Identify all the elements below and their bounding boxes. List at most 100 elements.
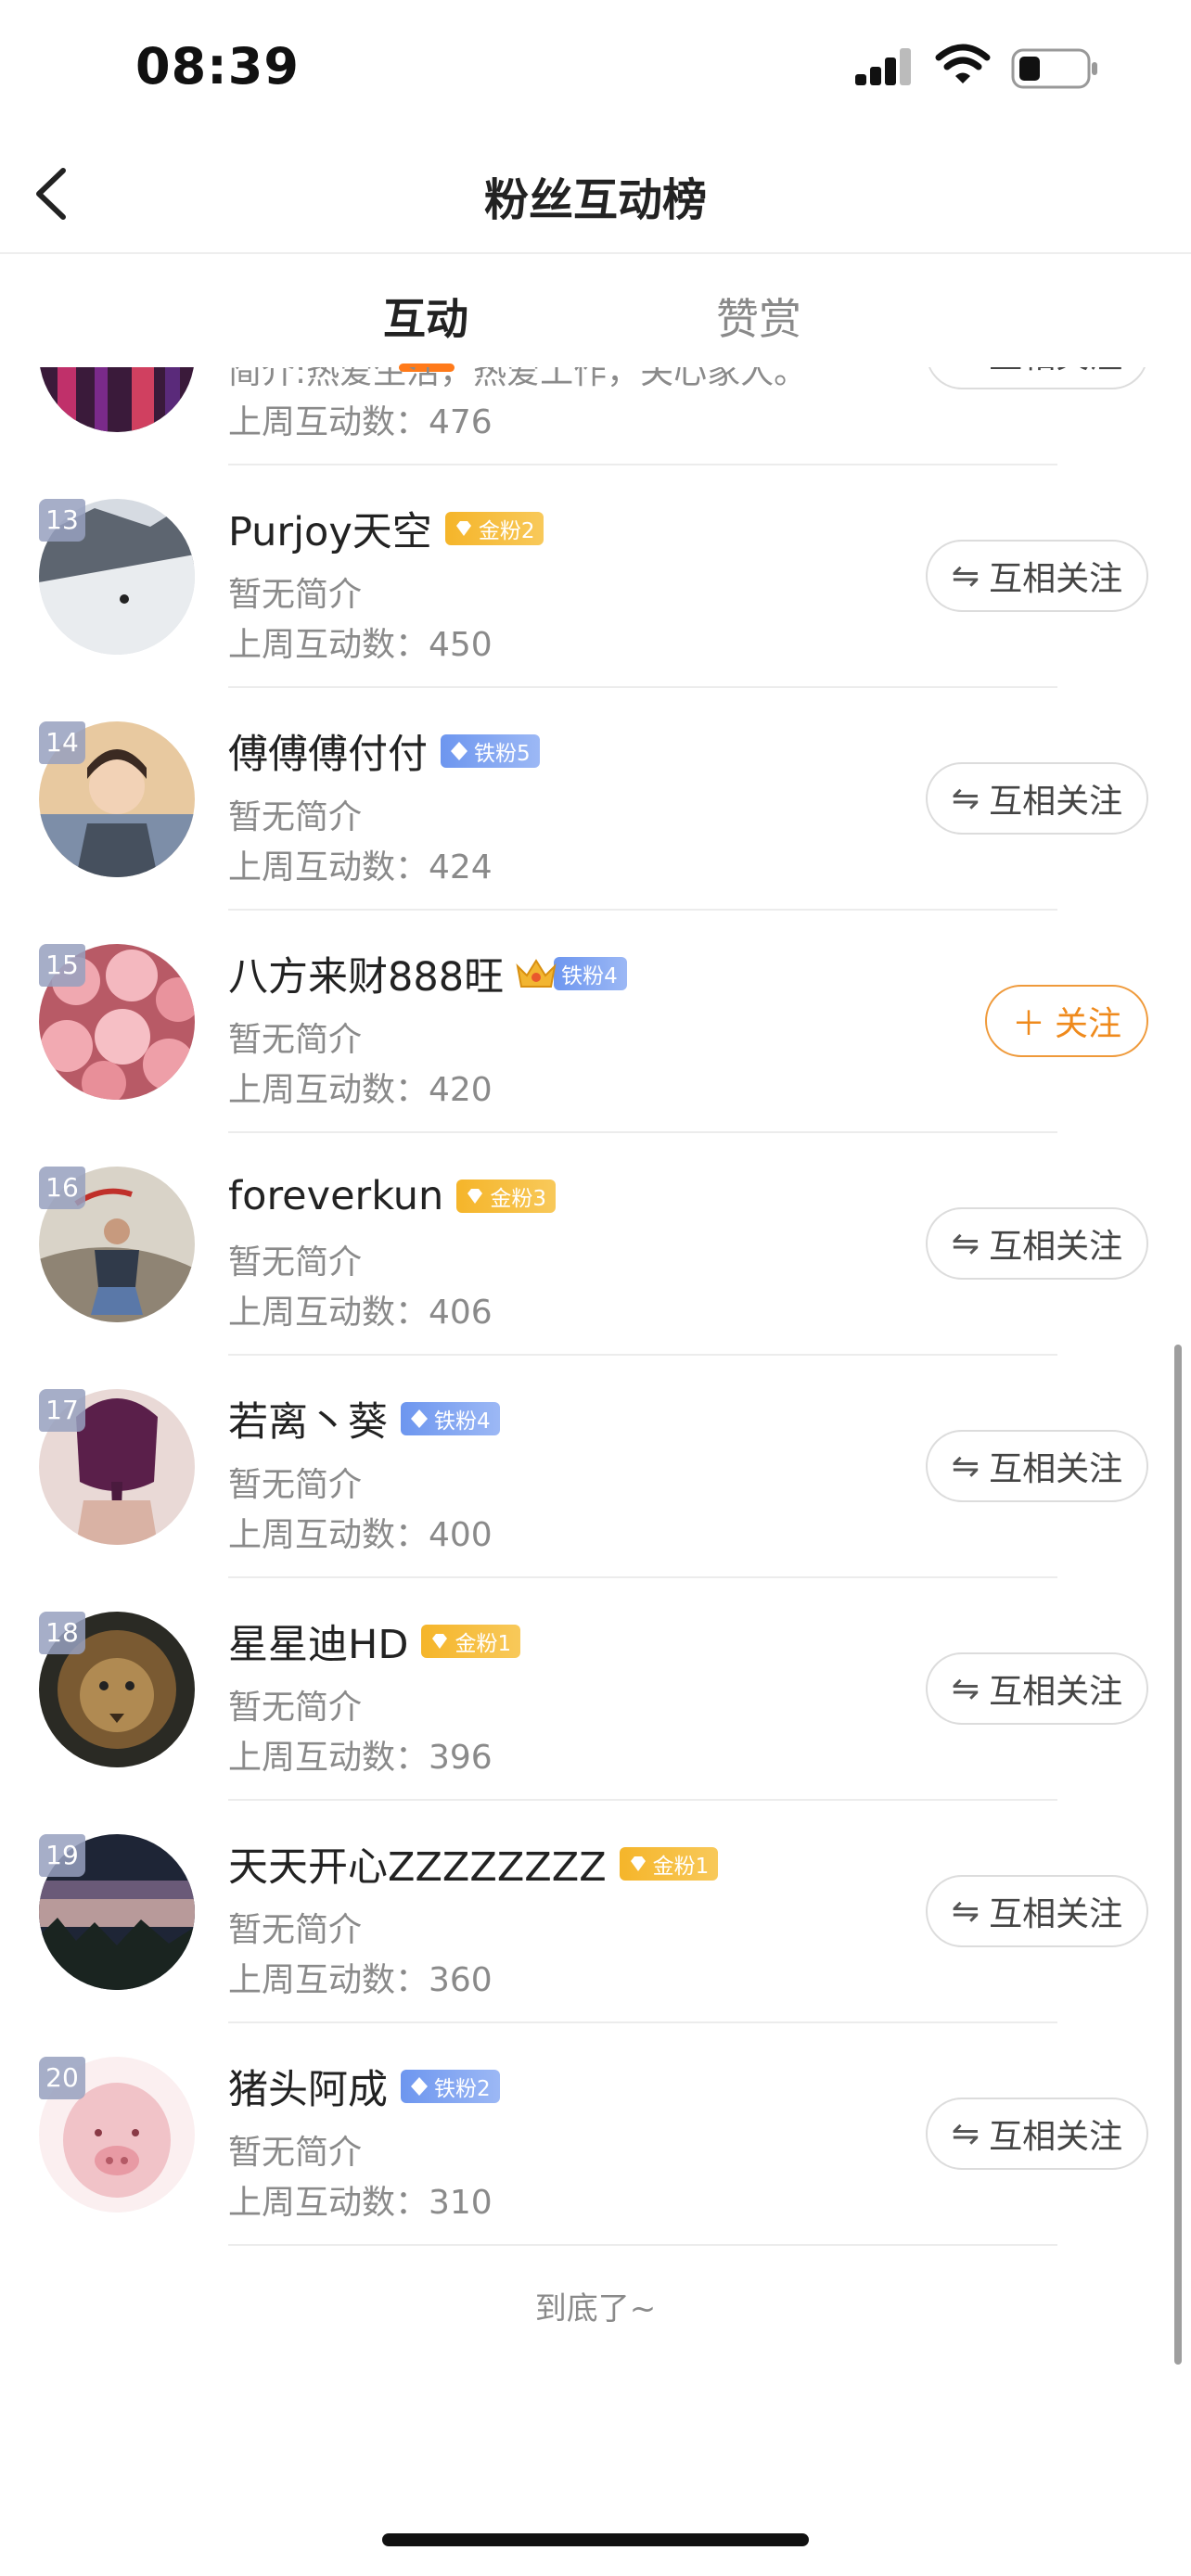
mutual-follow-button[interactable]: ⇋ 互相关注 — [926, 1652, 1148, 1725]
user-bio: 暂无简介 — [228, 1466, 363, 1504]
swap-arrows-icon: ⇋ — [951, 1224, 980, 1263]
weekly-interaction-count: 上周互动数：400 — [228, 1516, 493, 1554]
iron-diamond-icon — [411, 2077, 428, 2096]
button-label: 互相关注 — [989, 2118, 1123, 2156]
plus-icon: ＋ — [1011, 1005, 1045, 1043]
button-label: 互相关注 — [989, 367, 1122, 377]
button-label: 互相关注 — [989, 1673, 1123, 1711]
mutual-follow-button[interactable]: ⇋ 互相关注 — [926, 1207, 1148, 1280]
fan-level-badge: 金粉3 — [456, 1180, 556, 1213]
nav-bar: 粉丝互动榜 — [0, 139, 1191, 254]
swap-arrows-icon: ⇋ — [951, 556, 980, 595]
swap-arrows-icon: ⇋ — [951, 779, 980, 818]
swap-arrows-icon: ⇋ — [951, 1669, 980, 1708]
user-bio: 暂无简介 — [228, 1021, 363, 1059]
battery-icon — [1011, 48, 1097, 89]
list-item[interactable]: 简介:热爱生活，热爱工作，关心家人。 上周互动数：476 ⇋ 互相关注 — [0, 367, 1191, 465]
mutual-follow-button[interactable]: ⇋ 互相关注 — [926, 367, 1148, 389]
user-bio: 简介:热爱生活，热爱工作，关心家人。 — [228, 367, 808, 391]
rank-badge: 13 — [39, 499, 85, 542]
tab-bar: 互动 赞赏 — [0, 252, 1191, 372]
list-item[interactable]: 13 Purjoy天空 金粉2 暂无简介 上周互动数：450 ⇋ 互相关注 — [0, 465, 1191, 688]
user-bio: 暂无简介 — [228, 1243, 363, 1282]
user-bio: 暂无简介 — [228, 576, 363, 614]
rank-badge: 18 — [39, 1612, 85, 1654]
cellular-signal-icon — [855, 48, 911, 85]
fan-level-badge: 铁粉4 — [554, 957, 627, 990]
fan-level-badge: 金粉2 — [444, 512, 544, 545]
weekly-interaction-count: 上周互动数：310 — [228, 2184, 493, 2222]
user-name[interactable]: 天天开心ZZZZZZZZ — [228, 1835, 607, 1893]
rank-badge: 17 — [39, 1389, 85, 1432]
swap-arrows-icon: ⇋ — [951, 1447, 980, 1486]
fan-list-viewport[interactable]: 简介:热爱生活，热爱工作，关心家人。 上周互动数：476 ⇋ 互相关注 13 P… — [0, 367, 1191, 2481]
weekly-interaction-count: 上周互动数：396 — [228, 1739, 493, 1777]
tab-reward[interactable]: 赞赏 — [716, 286, 801, 347]
weekly-interaction-count: 上周互动数：420 — [228, 1071, 493, 1109]
follow-button[interactable]: ＋ 关注 — [985, 985, 1148, 1057]
swap-arrows-icon: ⇋ — [951, 2114, 980, 2153]
button-label: 互相关注 — [989, 560, 1123, 598]
iron-diamond-icon — [411, 1409, 428, 1428]
list-item[interactable]: 19 天天开心ZZZZZZZZ 金粉1 暂无简介 上周互动数：360 ⇋ 互相关… — [0, 1801, 1191, 2023]
rank-badge: 20 — [39, 2057, 85, 2099]
mutual-follow-button[interactable]: ⇋ 互相关注 — [926, 1875, 1148, 1947]
user-bio: 暂无简介 — [228, 2134, 363, 2172]
mutual-follow-button[interactable]: ⇋ 互相关注 — [926, 762, 1148, 835]
list-item[interactable]: 16 foreverkun 金粉3 暂无简介 上周互动数：406 ⇋ 互相关注 — [0, 1133, 1191, 1356]
page-title: 粉丝互动榜 — [483, 174, 707, 226]
list-item[interactable]: 20 猪头阿成 铁粉2 暂无简介 上周互动数：310 ⇋ 互相关注 — [0, 2023, 1191, 2246]
wifi-icon — [935, 44, 991, 83]
user-name[interactable]: 星星迪HD — [228, 1613, 408, 1670]
fan-level-badge: 金粉1 — [421, 1625, 521, 1658]
user-name[interactable]: foreverkun — [228, 1173, 443, 1219]
user-name[interactable]: Purjoy天空 — [228, 500, 432, 557]
user-bio: 暂无简介 — [228, 1911, 363, 1949]
status-bar: 08:39 — [0, 0, 1191, 139]
weekly-interaction-count: 上周互动数：424 — [228, 848, 493, 886]
rank-badge: 19 — [39, 1834, 85, 1877]
scrollbar[interactable] — [1174, 1345, 1182, 2365]
button-label: 互相关注 — [989, 1450, 1123, 1488]
button-label: 互相关注 — [989, 783, 1123, 821]
user-name[interactable]: 猪头阿成 — [228, 2058, 388, 2115]
weekly-interaction-count: 上周互动数：406 — [228, 1294, 493, 1332]
user-name[interactable]: 傅傅傅付付 — [228, 722, 428, 780]
user-bio: 暂无简介 — [228, 1689, 363, 1727]
list-item[interactable]: 14 傅傅傅付付 铁粉5 暂无简介 上周互动数：424 ⇋ 互相关注 — [0, 688, 1191, 911]
button-label: 关注 — [1055, 1005, 1122, 1043]
rank-badge: 16 — [39, 1167, 85, 1209]
rank-badge: 15 — [39, 944, 85, 987]
user-bio: 暂无简介 — [228, 798, 363, 836]
tab-interaction[interactable]: 互动 — [383, 286, 468, 347]
weekly-interaction-count: 上周互动数：360 — [228, 1961, 493, 1999]
list-item[interactable]: 17 若离丶葵 铁粉4 暂无简介 上周互动数：400 ⇋ 互相关注 — [0, 1356, 1191, 1578]
avatar[interactable] — [39, 367, 195, 432]
mutual-follow-button[interactable]: ⇋ 互相关注 — [926, 540, 1148, 612]
mutual-follow-button[interactable]: ⇋ 互相关注 — [926, 2098, 1148, 2170]
iron-diamond-icon — [451, 742, 467, 760]
status-time: 08:39 — [135, 37, 300, 96]
swap-arrows-icon: ⇋ — [952, 367, 980, 373]
rank-badge: 14 — [39, 721, 85, 764]
user-name[interactable]: 八方来财888旺 — [228, 945, 504, 1002]
list-item[interactable]: 18 星星迪HD 金粉1 暂无简介 上周互动数：396 ⇋ 互相关注 — [0, 1578, 1191, 1801]
row-divider — [228, 2244, 1057, 2246]
fan-level-badge: 铁粉5 — [441, 734, 540, 768]
fan-list: 简介:热爱生活，热爱工作，关心家人。 上周互动数：476 ⇋ 互相关注 13 P… — [0, 367, 1191, 2328]
home-indicator[interactable] — [382, 2533, 809, 2546]
swap-arrows-icon: ⇋ — [951, 1892, 980, 1931]
gold-gem-icon — [455, 521, 471, 536]
user-name[interactable]: 若离丶葵 — [228, 1390, 388, 1447]
weekly-interaction-count: 上周互动数：450 — [228, 626, 493, 664]
list-item[interactable]: 15 八方来财888旺 铁粉4 暂无简介 上周互动数：420 ＋ 关注 — [0, 911, 1191, 1133]
mutual-follow-button[interactable]: ⇋ 互相关注 — [926, 1430, 1148, 1502]
gold-gem-icon — [432, 1634, 448, 1649]
gold-gem-icon — [630, 1856, 646, 1871]
gold-gem-icon — [467, 1189, 483, 1204]
button-label: 互相关注 — [989, 1228, 1123, 1266]
fan-level-badge: 铁粉4 — [401, 1402, 500, 1435]
fan-level-badge: 金粉1 — [619, 1847, 719, 1881]
fan-level-badge: 铁粉2 — [401, 2070, 500, 2103]
weekly-interaction-count: 上周互动数：476 — [228, 403, 493, 441]
